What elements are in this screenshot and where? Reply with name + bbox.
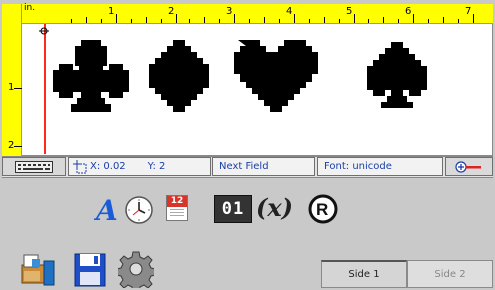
ruler-minor-tick: [443, 17, 444, 23]
ruler-tick: [354, 14, 355, 23]
font-label: Font: unicode: [324, 161, 392, 172]
ruler-tick: [234, 14, 235, 23]
ruler-minor-tick: [146, 17, 147, 23]
ruler-minor-tick: [339, 19, 340, 23]
ruler-tick: [473, 14, 474, 23]
ruler-tick: [294, 14, 295, 23]
ruler-minor-tick: [264, 17, 265, 23]
next-field-label: Next Field: [219, 161, 269, 172]
ruler-minor-tick: [249, 19, 250, 23]
ruler-tick-label: 1: [108, 6, 115, 17]
ruler-minor-tick: [368, 19, 369, 23]
ruler-tick: [14, 146, 22, 147]
zoom-button[interactable]: [445, 157, 493, 176]
ruler-tick-label: 3: [226, 6, 233, 17]
next-field-button[interactable]: Next Field: [212, 157, 315, 176]
y-coordinate: Y: 2: [147, 161, 166, 172]
calendar-icon[interactable]: 12: [166, 195, 188, 221]
font-selector[interactable]: Font: unicode: [317, 157, 443, 176]
ruler-minor-tick: [383, 17, 384, 23]
ruler-tick: [14, 88, 22, 89]
ruler-tick: [116, 14, 117, 23]
x-coordinate: X: 0.02: [90, 161, 126, 172]
margin-line: [44, 24, 46, 154]
ruler-minor-tick: [428, 19, 429, 23]
tab-side-2[interactable]: Side 2: [407, 260, 493, 288]
ruler-tick-label: 2: [168, 6, 175, 17]
ruler-minor-tick: [204, 17, 205, 23]
horizontal-ruler: [2, 4, 493, 24]
heart-symbol[interactable]: [226, 40, 318, 112]
save-icon[interactable]: [74, 253, 106, 287]
ruler-tick-label: 4: [286, 6, 293, 17]
ruler-minor-tick: [219, 19, 220, 23]
calendar-day: 12: [167, 196, 187, 207]
ruler-minor-tick: [161, 19, 162, 23]
ruler-tick-label: 5: [346, 6, 353, 17]
ruler-tick-label: 6: [405, 6, 412, 17]
origin-cursor-icon: [39, 27, 49, 35]
file-open-icon[interactable]: [20, 251, 60, 287]
ruler-minor-tick: [398, 19, 399, 23]
keyboard-button[interactable]: [2, 157, 66, 176]
ruler-minor-tick: [86, 17, 87, 23]
keyboard-icon: [15, 160, 53, 173]
counter-icon[interactable]: 01: [214, 195, 252, 223]
zoom-key-icon: [455, 160, 481, 173]
ruler-minor-tick: [189, 19, 190, 23]
ruler-minor-tick: [279, 19, 280, 23]
ruler-tick: [413, 14, 414, 23]
ruler-minor-tick: [101, 19, 102, 23]
text-A-icon[interactable]: A: [94, 193, 122, 225]
variable-x-icon[interactable]: (x): [256, 192, 304, 224]
ruler-tick: [176, 14, 177, 23]
ruler-minor-tick: [131, 19, 132, 23]
ruler-tick-label: 7: [465, 6, 472, 17]
ruler-unit: in.: [24, 3, 36, 13]
spade-symbol[interactable]: [364, 40, 430, 112]
crosshair-icon: [73, 159, 87, 173]
vertical-ruler: [2, 4, 22, 156]
counter-value: 01: [221, 199, 245, 219]
club-symbol[interactable]: [50, 40, 132, 112]
ruler-minor-tick: [71, 19, 72, 23]
ruler-minor-tick: [324, 17, 325, 23]
registered-icon[interactable]: R: [308, 194, 338, 224]
svg-text:R: R: [316, 200, 328, 219]
ruler-minor-tick: [309, 19, 310, 23]
ruler-minor-tick: [458, 19, 459, 23]
gear-icon[interactable]: [118, 250, 154, 288]
diamond-symbol[interactable]: [146, 40, 212, 112]
svg-text:A: A: [94, 194, 118, 225]
tab-side-1[interactable]: Side 1: [321, 260, 407, 288]
cursor-position: X: 0.02 Y: 2: [68, 157, 211, 176]
clock-icon[interactable]: [124, 195, 154, 225]
